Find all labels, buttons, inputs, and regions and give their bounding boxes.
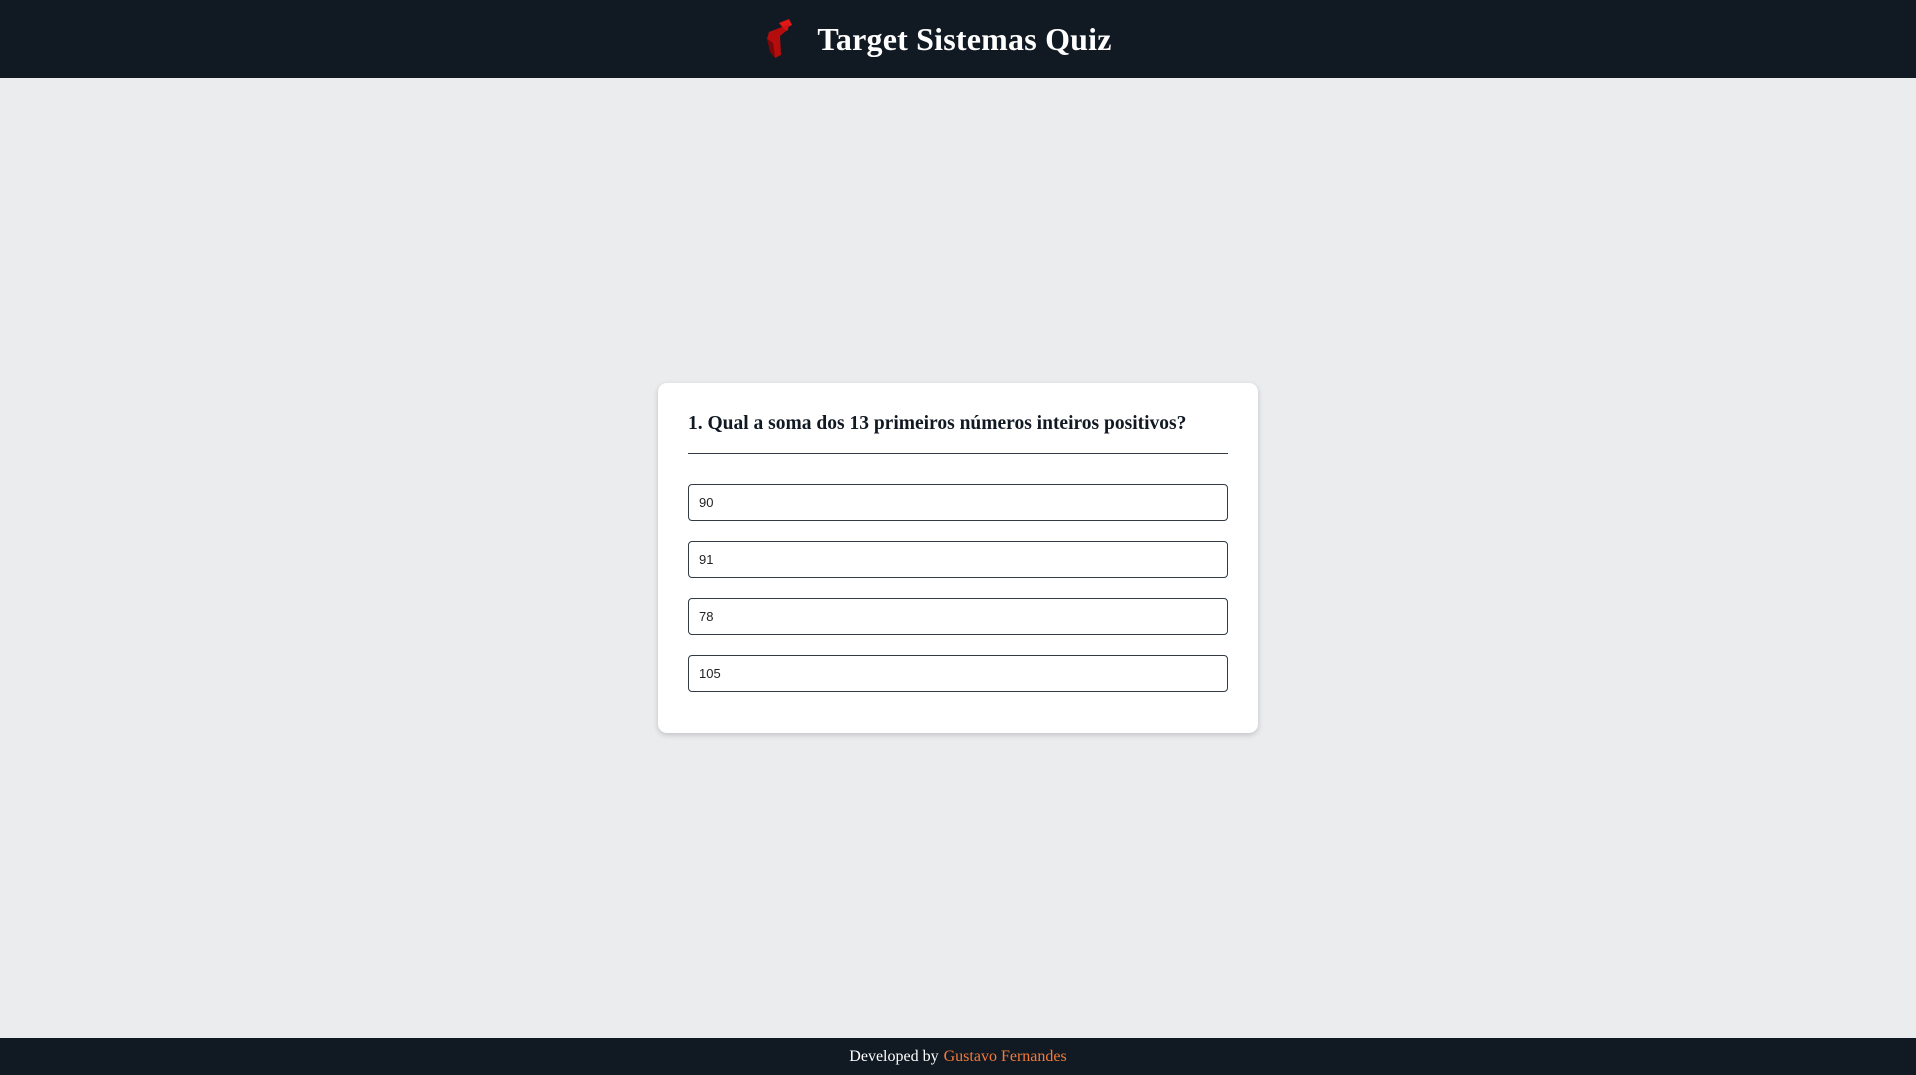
- brand: Target Sistemas Quiz: [761, 19, 1111, 59]
- main-content: 1. Qual a soma dos 13 primeiros números …: [0, 78, 1916, 1038]
- answer-option-78[interactable]: 78: [688, 598, 1228, 635]
- app-title: Target Sistemas Quiz: [817, 20, 1112, 57]
- answer-option-91[interactable]: 91: [688, 541, 1228, 578]
- answer-options: 90 91 78 105: [688, 484, 1228, 692]
- footer-prefix: Developed by: [849, 1047, 939, 1065]
- footer: Developed by Gustavo Fernandes: [0, 1038, 1916, 1075]
- answer-option-90[interactable]: 90: [688, 484, 1228, 521]
- quiz-page: Target Sistemas Quiz 1. Qual a soma dos …: [0, 0, 1916, 1075]
- question-divider: [688, 453, 1228, 454]
- top-bar: Target Sistemas Quiz: [0, 0, 1916, 78]
- question-card: 1. Qual a soma dos 13 primeiros números …: [658, 383, 1258, 733]
- author-link[interactable]: Gustavo Fernandes: [944, 1048, 1067, 1066]
- target-logo-icon: [767, 19, 793, 58]
- question-text: 1. Qual a soma dos 13 primeiros números …: [688, 413, 1187, 434]
- answer-option-105[interactable]: 105: [688, 655, 1228, 692]
